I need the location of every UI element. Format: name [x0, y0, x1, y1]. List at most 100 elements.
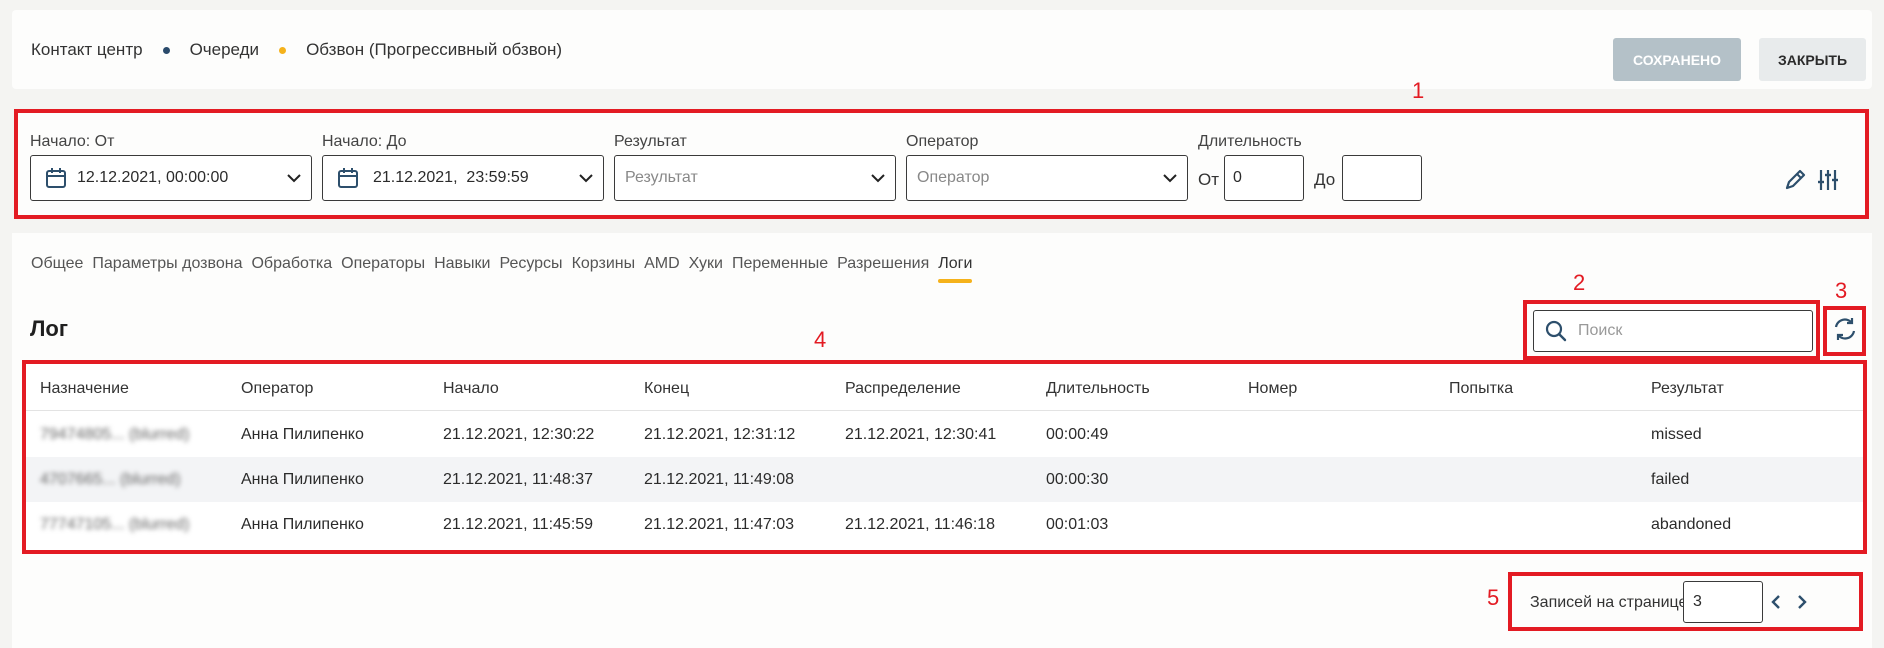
cell-destination: 77747105... (blurred) — [40, 516, 190, 533]
start-from-value: 12.12.2021, 00:00:00 — [77, 169, 229, 186]
cell-end: 21.12.2021, 11:49:08 — [644, 471, 795, 488]
col-duration: Длительность — [1046, 380, 1150, 397]
annotation-2: 2 — [1573, 270, 1586, 295]
operator-select[interactable]: Оператор — [906, 155, 1188, 201]
rows-per-page-input[interactable]: 3 — [1683, 581, 1763, 623]
tab-general[interactable]: Общее — [31, 255, 83, 283]
refresh-icon[interactable] — [1831, 315, 1859, 348]
tab-permissions[interactable]: Разрешения — [837, 255, 929, 283]
tab-bar: Общее Параметры дозвона Обработка Операт… — [31, 255, 981, 283]
main-panel: Общее Параметры дозвона Обработка Операт… — [12, 233, 1872, 648]
cell-operator: Анна Пилипенко — [241, 471, 364, 488]
chevron-down-icon[interactable] — [277, 173, 311, 183]
cell-distribution: 21.12.2021, 11:46:18 — [845, 516, 996, 533]
col-start: Начало — [443, 380, 499, 397]
result-label: Результат — [614, 133, 687, 150]
duration-to-input[interactable] — [1342, 155, 1422, 201]
calendar-icon — [31, 167, 67, 189]
tab-processing[interactable]: Обработка — [251, 255, 332, 283]
chevron-down-icon[interactable] — [861, 173, 895, 183]
saved-button[interactable]: СОХРАНЕНО — [1613, 38, 1741, 81]
cell-result: missed — [1651, 426, 1702, 443]
rows-per-page-label: Записей на странице: — [1530, 594, 1692, 611]
search-icon — [1534, 319, 1578, 343]
cell-end: 21.12.2021, 12:31:12 — [644, 426, 796, 443]
cell-result: failed — [1651, 471, 1690, 488]
search-input[interactable] — [1578, 322, 1798, 340]
refresh-button[interactable] — [1823, 306, 1866, 356]
tab-operators[interactable]: Операторы — [341, 255, 425, 283]
tab-variables[interactable]: Переменные — [732, 255, 828, 283]
annotation-1: 1 — [1412, 78, 1425, 103]
page-title: Лог — [30, 316, 69, 341]
operator-placeholder: Оператор — [917, 169, 990, 186]
cell-duration: 00:00:30 — [1046, 471, 1109, 488]
cell-start: 21.12.2021, 11:45:59 — [443, 516, 594, 533]
cell-destination: 4707665... (blurred) — [40, 471, 181, 488]
sliders-icon[interactable] — [1815, 167, 1841, 198]
col-distribution: Распределение — [845, 380, 961, 397]
col-end: Конец — [644, 380, 690, 397]
breadcrumb-item-queues[interactable]: Очереди — [190, 40, 260, 60]
breadcrumb: Контакт центр Очереди Обзвон (Прогрессив… — [31, 40, 562, 60]
chevron-left-icon[interactable] — [1769, 593, 1783, 616]
start-to-label: Начало: До — [322, 133, 407, 150]
cell-duration: 00:01:03 — [1046, 516, 1109, 533]
table-header: Назначение Оператор Начало Конец Распред… — [26, 364, 1863, 411]
breadcrumb-item-current: Обзвон (Прогрессивный обзвон) — [306, 40, 563, 59]
chevron-down-icon[interactable] — [569, 173, 603, 183]
table-row[interactable]: 4707665... (blurred) Анна Пилипенко 21.1… — [26, 457, 1863, 502]
tab-logs[interactable]: Логи — [938, 255, 973, 283]
page-header: Контакт центр Очереди Обзвон (Прогрессив… — [12, 10, 1872, 89]
duration-to-label: До — [1314, 170, 1336, 189]
tab-amd[interactable]: AMD — [644, 255, 680, 283]
duration-from-label: От — [1198, 170, 1220, 189]
table-row[interactable]: 77747105... (blurred) Анна Пилипенко 21.… — [26, 502, 1863, 547]
table-row[interactable]: 79474805... (blurred) Анна Пилипенко 21.… — [26, 412, 1863, 457]
tab-resources[interactable]: Ресурсы — [499, 255, 562, 283]
breadcrumb-separator — [279, 46, 287, 54]
annotation-5: 5 — [1487, 585, 1500, 610]
col-number: Номер — [1248, 380, 1298, 397]
cell-distribution: 21.12.2021, 12:30:41 — [845, 426, 997, 443]
col-operator: Оператор — [241, 380, 314, 397]
col-result: Результат — [1651, 380, 1724, 397]
search-field[interactable] — [1533, 310, 1813, 352]
start-to-field[interactable]: 21.12.2021, 23:59:59 — [322, 155, 604, 201]
start-from-field[interactable]: 12.12.2021, 00:00:00 — [30, 155, 312, 201]
duration-label: Длительность — [1198, 133, 1302, 150]
duration-from-input[interactable]: 0 — [1224, 155, 1304, 201]
search-annotation-box — [1523, 300, 1820, 360]
cell-operator: Анна Пилипенко — [241, 426, 364, 443]
result-placeholder: Результат — [625, 169, 698, 186]
col-destination: Назначение — [40, 380, 129, 397]
calendar-icon — [323, 167, 359, 189]
result-select[interactable]: Результат — [614, 155, 896, 201]
start-to-value: 21.12.2021, 23:59:59 — [373, 169, 529, 186]
cell-destination: 79474805... (blurred) — [40, 426, 190, 443]
start-from-label: Начало: От — [30, 133, 115, 150]
annotation-4: 4 — [814, 327, 827, 352]
log-table: Назначение Оператор Начало Конец Распред… — [22, 360, 1867, 554]
pencil-icon[interactable] — [1782, 167, 1808, 198]
close-button[interactable]: ЗАКРЫТЬ — [1759, 38, 1866, 81]
cell-result: abandoned — [1651, 516, 1732, 533]
chevron-down-icon[interactable] — [1153, 173, 1187, 183]
cell-start: 21.12.2021, 12:30:22 — [443, 426, 595, 443]
breadcrumb-separator — [162, 46, 170, 54]
breadcrumb-item-contact-center[interactable]: Контакт центр — [31, 40, 143, 60]
pagination: Записей на странице: 3 — [1508, 572, 1863, 631]
cell-start: 21.12.2021, 11:48:37 — [443, 471, 594, 488]
tab-baskets[interactable]: Корзины — [572, 255, 636, 283]
cell-duration: 00:00:49 — [1046, 426, 1109, 443]
operator-label: Оператор — [906, 133, 979, 150]
cell-operator: Анна Пилипенко — [241, 516, 364, 533]
tab-hooks[interactable]: Хуки — [689, 255, 723, 283]
tab-skills[interactable]: Навыки — [434, 255, 490, 283]
tab-dial-params[interactable]: Параметры дозвона — [92, 255, 242, 283]
filters-panel: Начало: От 12.12.2021, 00:00:00 Начало: … — [14, 109, 1869, 219]
cell-end: 21.12.2021, 11:47:03 — [644, 516, 795, 533]
col-attempt: Попытка — [1449, 380, 1514, 397]
annotation-3: 3 — [1835, 278, 1848, 303]
chevron-right-icon[interactable] — [1795, 593, 1809, 616]
